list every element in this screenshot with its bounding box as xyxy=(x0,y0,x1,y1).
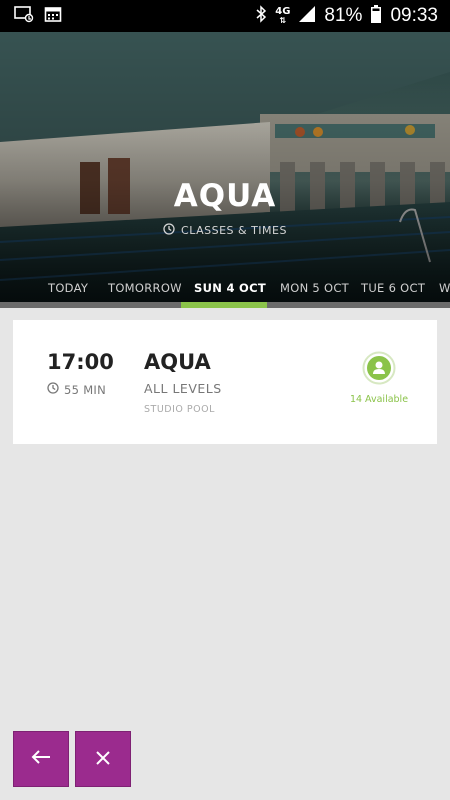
network-indicator: 4G ⇅ xyxy=(275,7,290,26)
battery-percentage: 81% xyxy=(324,5,363,26)
back-button[interactable] xyxy=(13,731,69,787)
class-time: 17:00 xyxy=(47,350,114,374)
clock-icon xyxy=(163,223,175,238)
screen-cast-icon xyxy=(14,5,34,27)
status-bar: 4G ⇅ 81% 09:33 xyxy=(0,0,450,32)
availability-text: 14 Available xyxy=(349,394,409,405)
class-name: AQUA xyxy=(144,350,211,374)
close-button[interactable] xyxy=(75,731,131,787)
close-icon xyxy=(96,750,110,769)
duration-text: 55 MIN xyxy=(64,382,107,397)
tab-today[interactable]: TODAY xyxy=(48,281,88,303)
tab-sun-4-oct[interactable]: SUN 4 OCT xyxy=(194,281,266,303)
battery-icon xyxy=(370,4,382,28)
date-tabs: TODAY TOMORROW SUN 4 OCT MON 5 OCT TUE 6… xyxy=(0,281,450,303)
class-level: ALL LEVELS xyxy=(144,381,222,396)
class-duration: 55 MIN xyxy=(47,382,106,397)
tab-mon-5-oct[interactable]: MON 5 OCT xyxy=(280,281,349,303)
bluetooth-icon xyxy=(255,5,267,27)
tab-active-indicator xyxy=(181,302,267,308)
tab-tomorrow[interactable]: TOMORROW xyxy=(108,281,182,303)
clock-icon xyxy=(47,382,59,397)
class-card[interactable]: 17:00 55 MIN AQUA ALL LEVELS STUDIO POOL… xyxy=(13,320,437,444)
tab-wed[interactable]: W xyxy=(439,281,450,303)
page-title: AQUA xyxy=(173,178,277,214)
hero-banner: AQUA CLASSES & TIMES TODAY TOMORROW SUN … xyxy=(0,32,450,303)
person-icon[interactable] xyxy=(362,351,396,385)
clock-time: 09:33 xyxy=(390,5,438,26)
signal-icon xyxy=(298,5,316,27)
subtitle-text: CLASSES & TIMES xyxy=(181,224,287,237)
class-location: STUDIO POOL xyxy=(144,404,215,415)
hero-overlay xyxy=(0,32,450,303)
calendar-icon xyxy=(44,5,62,27)
page-subtitle: CLASSES & TIMES xyxy=(0,223,450,238)
arrow-left-icon xyxy=(31,749,51,769)
data-arrows-icon: ⇅ xyxy=(279,16,287,25)
tab-tue-6-oct[interactable]: TUE 6 OCT xyxy=(361,281,425,303)
